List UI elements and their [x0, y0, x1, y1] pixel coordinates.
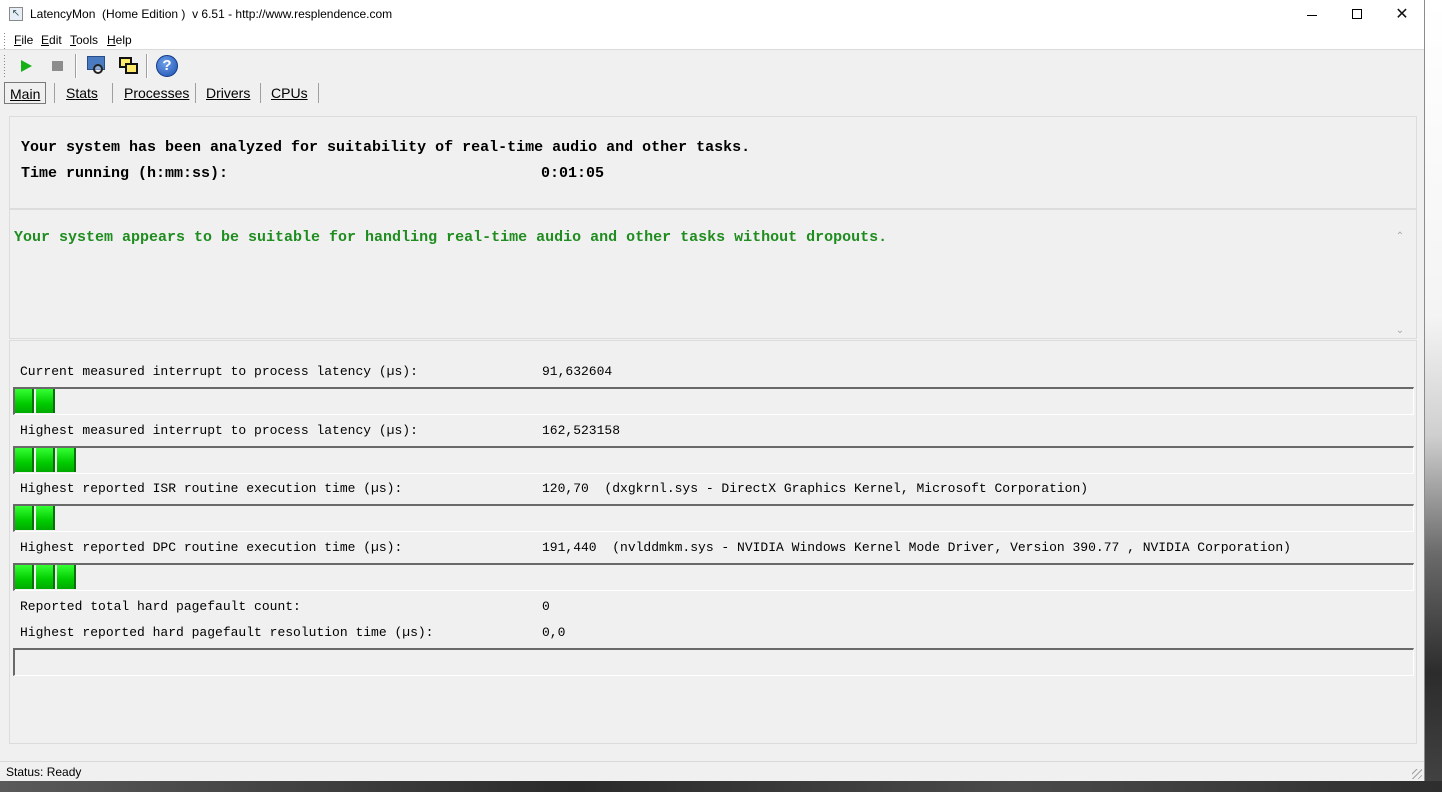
pagefault-count-label: Reported total hard pagefault count:	[20, 599, 301, 614]
menu-tools[interactable]: Tools	[70, 33, 98, 47]
toolbar-grip-icon[interactable]	[4, 55, 5, 77]
menu-edit-label: dit	[49, 33, 62, 47]
summary-text: Your system has been analyzed for suitab…	[21, 139, 751, 156]
tab-stats-key: S	[66, 85, 76, 101]
title-bar[interactable]: ↖ LatencyMon (Home Edition ) v 6.51 - ht…	[0, 0, 1424, 30]
current-latency-bar	[13, 387, 1414, 415]
highest-latency-label: Highest measured interrupt to process la…	[20, 423, 418, 438]
metrics-panel: Current measured interrupt to process la…	[9, 340, 1417, 744]
tab-drivers[interactable]: Drivers	[201, 82, 255, 104]
tab-separator	[260, 83, 261, 103]
verdict-scrollbar[interactable]: ⌃ ⌄	[1393, 230, 1407, 338]
highest-latency-bar	[13, 446, 1414, 474]
tab-main[interactable]: Main	[4, 82, 47, 104]
tab-cpus-label: PUs	[281, 85, 308, 101]
tab-drivers-key: D	[206, 85, 217, 101]
tab-processes[interactable]: Processes	[119, 82, 194, 104]
time-running-label: Time running (h:mm:ss):	[21, 165, 229, 182]
summary-panel: Your system has been analyzed for suitab…	[9, 116, 1417, 209]
tab-processes-key: P	[124, 85, 134, 101]
isr-bar	[13, 504, 1414, 532]
tab-drivers-label: rivers	[216, 85, 251, 101]
menu-edit[interactable]: Edit	[41, 33, 62, 47]
pagefault-time-bar	[13, 648, 1414, 676]
status-text: Status: Ready	[6, 765, 82, 779]
dpc-bar	[13, 563, 1414, 591]
bar-segment	[36, 448, 55, 472]
dpc-value: 191,440 (nvlddmkm.sys - NVIDIA Windows K…	[542, 540, 1291, 555]
verdict-panel: Your system appears to be suitable for h…	[9, 209, 1417, 339]
tab-stats-label: tats	[75, 85, 98, 101]
highest-latency-value: 162,523158	[542, 423, 621, 438]
bar-segment	[15, 565, 34, 589]
bar-segment	[57, 565, 76, 589]
minimize-button[interactable]	[1289, 0, 1335, 30]
app-icon[interactable]: ↖	[9, 7, 23, 21]
bar-segment	[15, 506, 34, 530]
current-latency-value: 91,632604	[542, 364, 613, 379]
start-icon[interactable]	[14, 54, 38, 78]
pagefault-count-value: 0	[542, 599, 550, 614]
toolbar-separator	[146, 54, 148, 78]
tab-separator	[318, 83, 319, 103]
isr-label: Highest reported ISR routine execution t…	[20, 481, 403, 496]
dpc-label: Highest reported DPC routine execution t…	[20, 540, 403, 555]
help-icon[interactable]: ?	[156, 55, 178, 77]
bar-segment	[36, 565, 55, 589]
menu-grip-icon[interactable]	[4, 33, 5, 49]
tab-cpus-key: C	[271, 85, 282, 101]
menu-help-key: H	[107, 33, 116, 47]
windows-icon[interactable]	[116, 54, 140, 78]
tab-separator	[112, 83, 113, 103]
window-title: LatencyMon (Home Edition ) v 6.51 - http…	[30, 7, 393, 21]
menu-help[interactable]: Help	[107, 33, 132, 47]
toolbar: ?	[0, 51, 1424, 80]
analyze-icon[interactable]	[84, 54, 108, 78]
tab-cpus[interactable]: CPUs	[266, 82, 313, 104]
time-running-value: 0:01:05	[541, 165, 605, 182]
tab-separator	[195, 83, 196, 103]
bar-segment	[36, 506, 55, 530]
tab-bar: Main Stats Processes Drivers CPUs	[0, 80, 1424, 106]
close-button[interactable]: ✕	[1379, 0, 1425, 30]
menu-edit-key: E	[41, 33, 50, 47]
status-bar: Status: Ready	[0, 761, 1424, 781]
bar-segment	[36, 389, 55, 413]
menu-help-label: elp	[115, 33, 132, 47]
tab-main-label: ain	[21, 86, 41, 102]
scroll-down-icon[interactable]: ⌄	[1395, 326, 1405, 336]
current-latency-label: Current measured interrupt to process la…	[20, 364, 418, 379]
app-window: ↖ LatencyMon (Home Edition ) v 6.51 - ht…	[0, 0, 1425, 781]
tab-processes-label: rocesses	[133, 85, 190, 101]
isr-value: 120,70 (dxgkrnl.sys - DirectX Graphics K…	[542, 481, 1089, 496]
bar-segment	[57, 448, 76, 472]
desktop-background	[1425, 0, 1442, 792]
tab-stats[interactable]: Stats	[61, 82, 103, 104]
tab-separator	[54, 83, 55, 103]
desktop-background-bottom	[0, 781, 1442, 792]
maximize-button[interactable]	[1334, 0, 1380, 30]
menu-file-label: ile	[21, 33, 34, 47]
menu-file[interactable]: File	[14, 33, 33, 47]
pagefault-time-label: Highest reported hard pagefault resoluti…	[20, 625, 434, 640]
bar-segment	[15, 389, 34, 413]
toolbar-separator	[75, 54, 77, 78]
verdict-text: Your system appears to be suitable for h…	[14, 229, 888, 246]
resize-grip-icon[interactable]	[1412, 769, 1422, 779]
pagefault-time-value: 0,0	[542, 625, 566, 640]
stop-icon[interactable]	[46, 54, 70, 78]
menu-bar: File Edit Tools Help	[0, 30, 1424, 50]
scroll-up-icon[interactable]: ⌃	[1395, 232, 1405, 242]
menu-tools-label: ools	[76, 33, 99, 47]
bar-segment	[15, 448, 34, 472]
tab-main-key: M	[10, 86, 22, 102]
